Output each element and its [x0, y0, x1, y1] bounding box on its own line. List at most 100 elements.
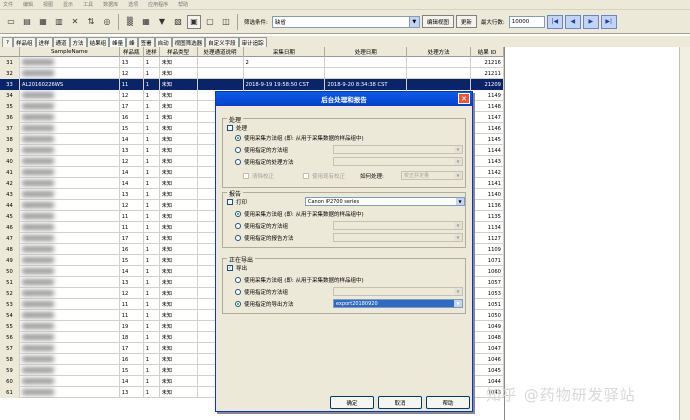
report-method-set-select[interactable]: ▼ [333, 221, 463, 230]
radio-icon[interactable] [235, 235, 241, 241]
checkbox-icon[interactable] [227, 125, 233, 131]
column-header[interactable]: 结果 ID [471, 47, 504, 57]
chevron-down-icon[interactable]: ▼ [454, 158, 462, 165]
export-option-export-method[interactable]: 使用指定的导出方法 [235, 300, 294, 308]
tab-12[interactable]: 审计追踪 [238, 37, 267, 47]
processing-option-method-set[interactable]: 使用指定的方法组 [235, 146, 288, 154]
checkbox-icon[interactable] [243, 173, 249, 179]
first-page-icon[interactable]: |◀ [546, 14, 563, 29]
table-row[interactable]: 32 ████████ 12 1 未知 21211 [0, 68, 504, 79]
save-icon[interactable]: ▦ [36, 15, 50, 29]
open-icon[interactable]: ▤ [20, 15, 34, 29]
tab-10[interactable]: 视图筛选器 [171, 37, 206, 47]
tab-5[interactable]: 结果组 [86, 37, 110, 47]
last-page-icon[interactable]: ▶| [600, 14, 617, 29]
radio-icon[interactable] [235, 289, 241, 295]
table-row[interactable]: 33 AL20160226WS 11 1 未知 2018-9-19 19:58:50 CS… [0, 79, 504, 90]
vertical-scrollbar[interactable] [679, 47, 690, 420]
report-option-method-set[interactable]: 使用指定的方法组 [235, 222, 288, 230]
menu-item[interactable]: 视图 [43, 1, 53, 8]
tab-6[interactable]: 峰量 [109, 37, 127, 47]
print-checkbox[interactable]: 打印 [227, 198, 247, 206]
chevron-down-icon[interactable]: ▼ [454, 234, 462, 241]
new-icon[interactable]: ▭ [4, 15, 18, 29]
table-row[interactable]: 31 ████████ 13 1 未知 2 21216 [0, 57, 504, 68]
column-header[interactable] [0, 47, 20, 57]
menu-item[interactable]: 工具 [83, 1, 93, 8]
export-method-set-select[interactable]: ▼ [333, 287, 463, 296]
chevron-down-icon[interactable]: ▼ [454, 146, 462, 153]
how-to-process-select[interactable]: 校正并定量 ▼ [401, 171, 463, 180]
tab-11[interactable]: 自定义字段 [205, 37, 239, 47]
process-checkbox[interactable]: 处理 [227, 124, 247, 132]
clear-calibration-checkbox[interactable]: 清除校正 [243, 172, 274, 180]
tab-2[interactable]: 进样 [35, 37, 53, 47]
chevron-down-icon[interactable]: ▼ [454, 288, 462, 295]
update-button[interactable]: 更新 [455, 15, 477, 28]
delete-icon[interactable]: ✕ [68, 15, 82, 29]
layout-icon[interactable]: ▧ [171, 15, 185, 29]
checkbox-icon[interactable] [227, 199, 233, 205]
processing-option-processing-method[interactable]: 使用指定的处理方法 [235, 158, 294, 166]
use-calibration-checkbox[interactable]: 使用现有校正 [303, 172, 345, 180]
menu-item[interactable]: 显示 [63, 1, 73, 8]
menu-item[interactable]: 帮助 [178, 1, 188, 8]
tab-7[interactable]: 峰 [126, 37, 138, 47]
processing-option-acq-method-set[interactable]: 使用采集方法组 (即: 从用于采集数据的样品组中) [235, 134, 364, 142]
tab-8[interactable]: 签署 [137, 37, 155, 47]
tab-1[interactable]: 样品组 [13, 37, 36, 47]
radio-icon[interactable] [235, 277, 241, 283]
chevron-down-icon[interactable]: ▼ [454, 222, 462, 229]
next-page-icon[interactable]: ▶ [582, 14, 599, 29]
export-option-method-set[interactable]: 使用指定的方法组 [235, 288, 288, 296]
column-header[interactable]: 样品类型 [160, 47, 198, 57]
printer-select[interactable]: Canon iP2700 series ▼ [305, 197, 465, 206]
column-header[interactable]: 处理通道说明 [198, 47, 244, 57]
help-tab[interactable]: ? [2, 37, 13, 47]
radio-icon[interactable] [235, 211, 241, 217]
sort-icon[interactable]: ⇅ [84, 15, 98, 29]
radio-icon[interactable] [235, 223, 241, 229]
chevron-down-icon[interactable]: ▼ [454, 172, 462, 179]
tab-4[interactable]: 方法 [69, 37, 87, 47]
menu-item[interactable]: 文件 [3, 1, 13, 8]
processing-method-set-select[interactable]: ▼ [333, 145, 463, 154]
column-header[interactable]: 采集日期 [244, 47, 326, 57]
radio-icon[interactable] [235, 159, 241, 165]
menu-item[interactable]: 编辑 [23, 1, 33, 8]
chevron-down-icon[interactable]: ▼ [456, 198, 464, 205]
radio-icon[interactable] [235, 301, 241, 307]
export-checkbox[interactable]: ✓ 导出 [227, 264, 247, 272]
filter-icon[interactable]: ▼ [155, 15, 169, 29]
report-option-report-method[interactable]: 使用指定的报告方法 [235, 234, 294, 242]
chevron-down-icon[interactable]: ▼ [408, 16, 419, 27]
report-method-select[interactable]: ▼ [333, 233, 463, 242]
menu-item[interactable]: 数据库 [103, 1, 118, 8]
edit-icon[interactable]: ▢ [203, 15, 217, 29]
cancel-button[interactable]: 取消 [378, 396, 422, 409]
column-header[interactable]: 处理方法 [407, 47, 472, 57]
table-icon[interactable]: ▦ [139, 15, 153, 29]
help-button[interactable]: 帮助 [426, 396, 470, 409]
column-header[interactable]: 样品瓶 [120, 47, 144, 57]
view-icon[interactable]: ▣ [187, 14, 201, 29]
tab-9[interactable]: 自动 [154, 37, 172, 47]
print-icon[interactable]: ▥ [52, 15, 66, 29]
export-method-select[interactable]: export20180920 ▼ [333, 299, 463, 308]
column-header[interactable]: SampleName [20, 47, 120, 57]
prev-page-icon[interactable]: ◀ [564, 14, 581, 29]
max-rows-input[interactable]: 10000 [508, 15, 545, 28]
column-header[interactable]: 处理日期 [325, 47, 408, 57]
globe-icon[interactable]: ◎ [100, 15, 114, 29]
copy-icon[interactable]: ◫ [219, 15, 233, 29]
tab-3[interactable]: 通道 [52, 37, 70, 47]
processing-method-select[interactable]: ▼ [333, 157, 463, 166]
close-icon[interactable]: ✕ [458, 93, 470, 104]
report-option-acq-method-set[interactable]: 使用采集方法组 (即: 从用于采集数据的样品组中) [235, 210, 364, 218]
radio-icon[interactable] [235, 147, 241, 153]
chart-icon[interactable]: ▒ [123, 15, 137, 29]
menu-item[interactable]: 应用程序 [148, 1, 168, 8]
column-header[interactable]: 进样 [144, 47, 160, 57]
export-option-acq-method-set[interactable]: 使用采集方法组 (即: 从用于采集数据的样品组中) [235, 276, 364, 284]
checkmark-icon[interactable]: ✓ [227, 265, 233, 271]
